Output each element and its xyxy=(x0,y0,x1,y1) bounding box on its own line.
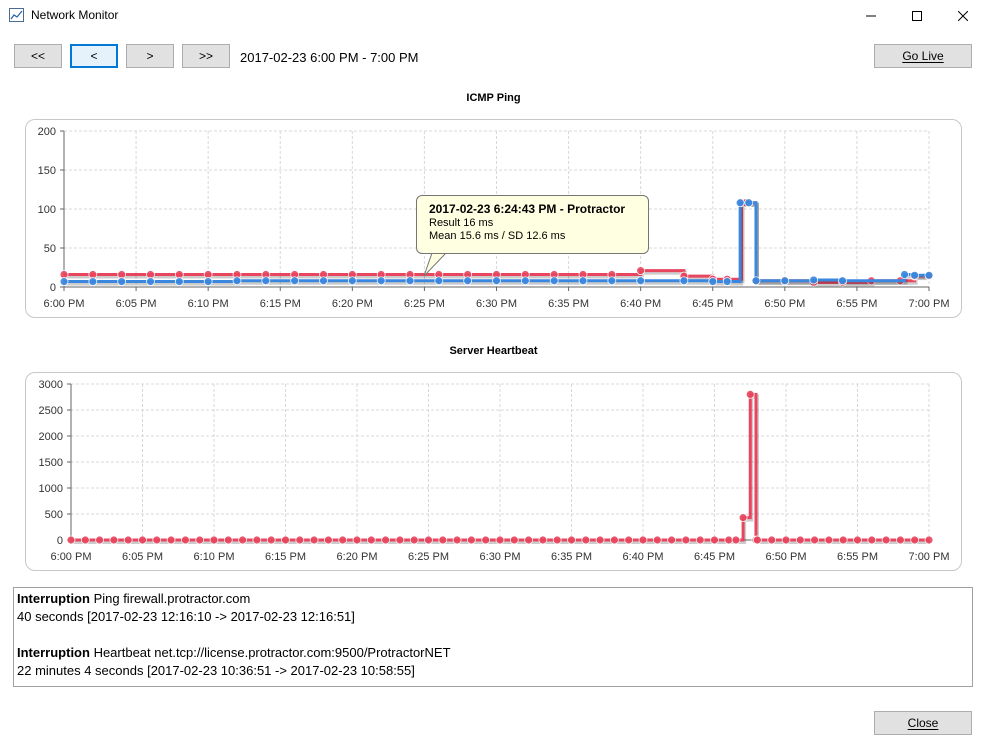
go-live-button[interactable]: Go Live xyxy=(874,44,972,68)
time-range-label: 2017-02-23 6:00 PM - 7:00 PM xyxy=(240,50,419,65)
previous-page-button[interactable]: < xyxy=(70,44,118,68)
last-page-button[interactable]: >> xyxy=(182,44,230,68)
close-button[interactable]: Close xyxy=(874,711,972,735)
close-label: Close xyxy=(907,716,939,730)
tooltip-title: 2017-02-23 6:24:43 PM - Protractor xyxy=(429,202,626,216)
log-kind: Interruption xyxy=(17,591,90,606)
first-page-button[interactable]: << xyxy=(14,44,62,68)
log-detail: 40 seconds [2017-02-23 12:16:10 -> 2017-… xyxy=(17,609,355,624)
log-target: Ping firewall.protractor.com xyxy=(93,591,251,606)
title-bar: Network Monitor xyxy=(0,0,986,31)
data-point-tooltip: 2017-02-23 6:24:43 PM - Protractor Resul… xyxy=(416,195,649,254)
server-heartbeat-chart-frame xyxy=(25,372,962,571)
tooltip-result: Result 16 ms xyxy=(429,216,494,229)
close-window-button[interactable] xyxy=(940,0,986,31)
log-detail: 22 minutes 4 seconds [2017-02-23 10:36:5… xyxy=(17,663,415,678)
interruption-log[interactable]: Interruption Ping firewall.protractor.co… xyxy=(13,587,973,687)
log-kind: Interruption xyxy=(17,645,90,660)
next-page-button[interactable]: > xyxy=(126,44,174,68)
chart-app-icon xyxy=(9,8,24,22)
maximize-button[interactable] xyxy=(894,0,940,31)
server-heartbeat-title: Server Heartbeat xyxy=(449,345,538,357)
minimize-button[interactable] xyxy=(848,0,894,31)
log-entry: Interruption Heartbeat net.tcp://license… xyxy=(17,644,969,680)
log-target: Heartbeat net.tcp://license.protractor.c… xyxy=(93,645,451,660)
log-entry: Interruption Ping firewall.protractor.co… xyxy=(17,590,969,626)
go-live-label: Go Live xyxy=(902,49,944,63)
icmp-ping-title: ICMP Ping xyxy=(466,92,521,104)
tooltip-stats: Mean 15.6 ms / SD 12.6 ms xyxy=(429,230,566,242)
window-title: Network Monitor xyxy=(31,8,119,22)
